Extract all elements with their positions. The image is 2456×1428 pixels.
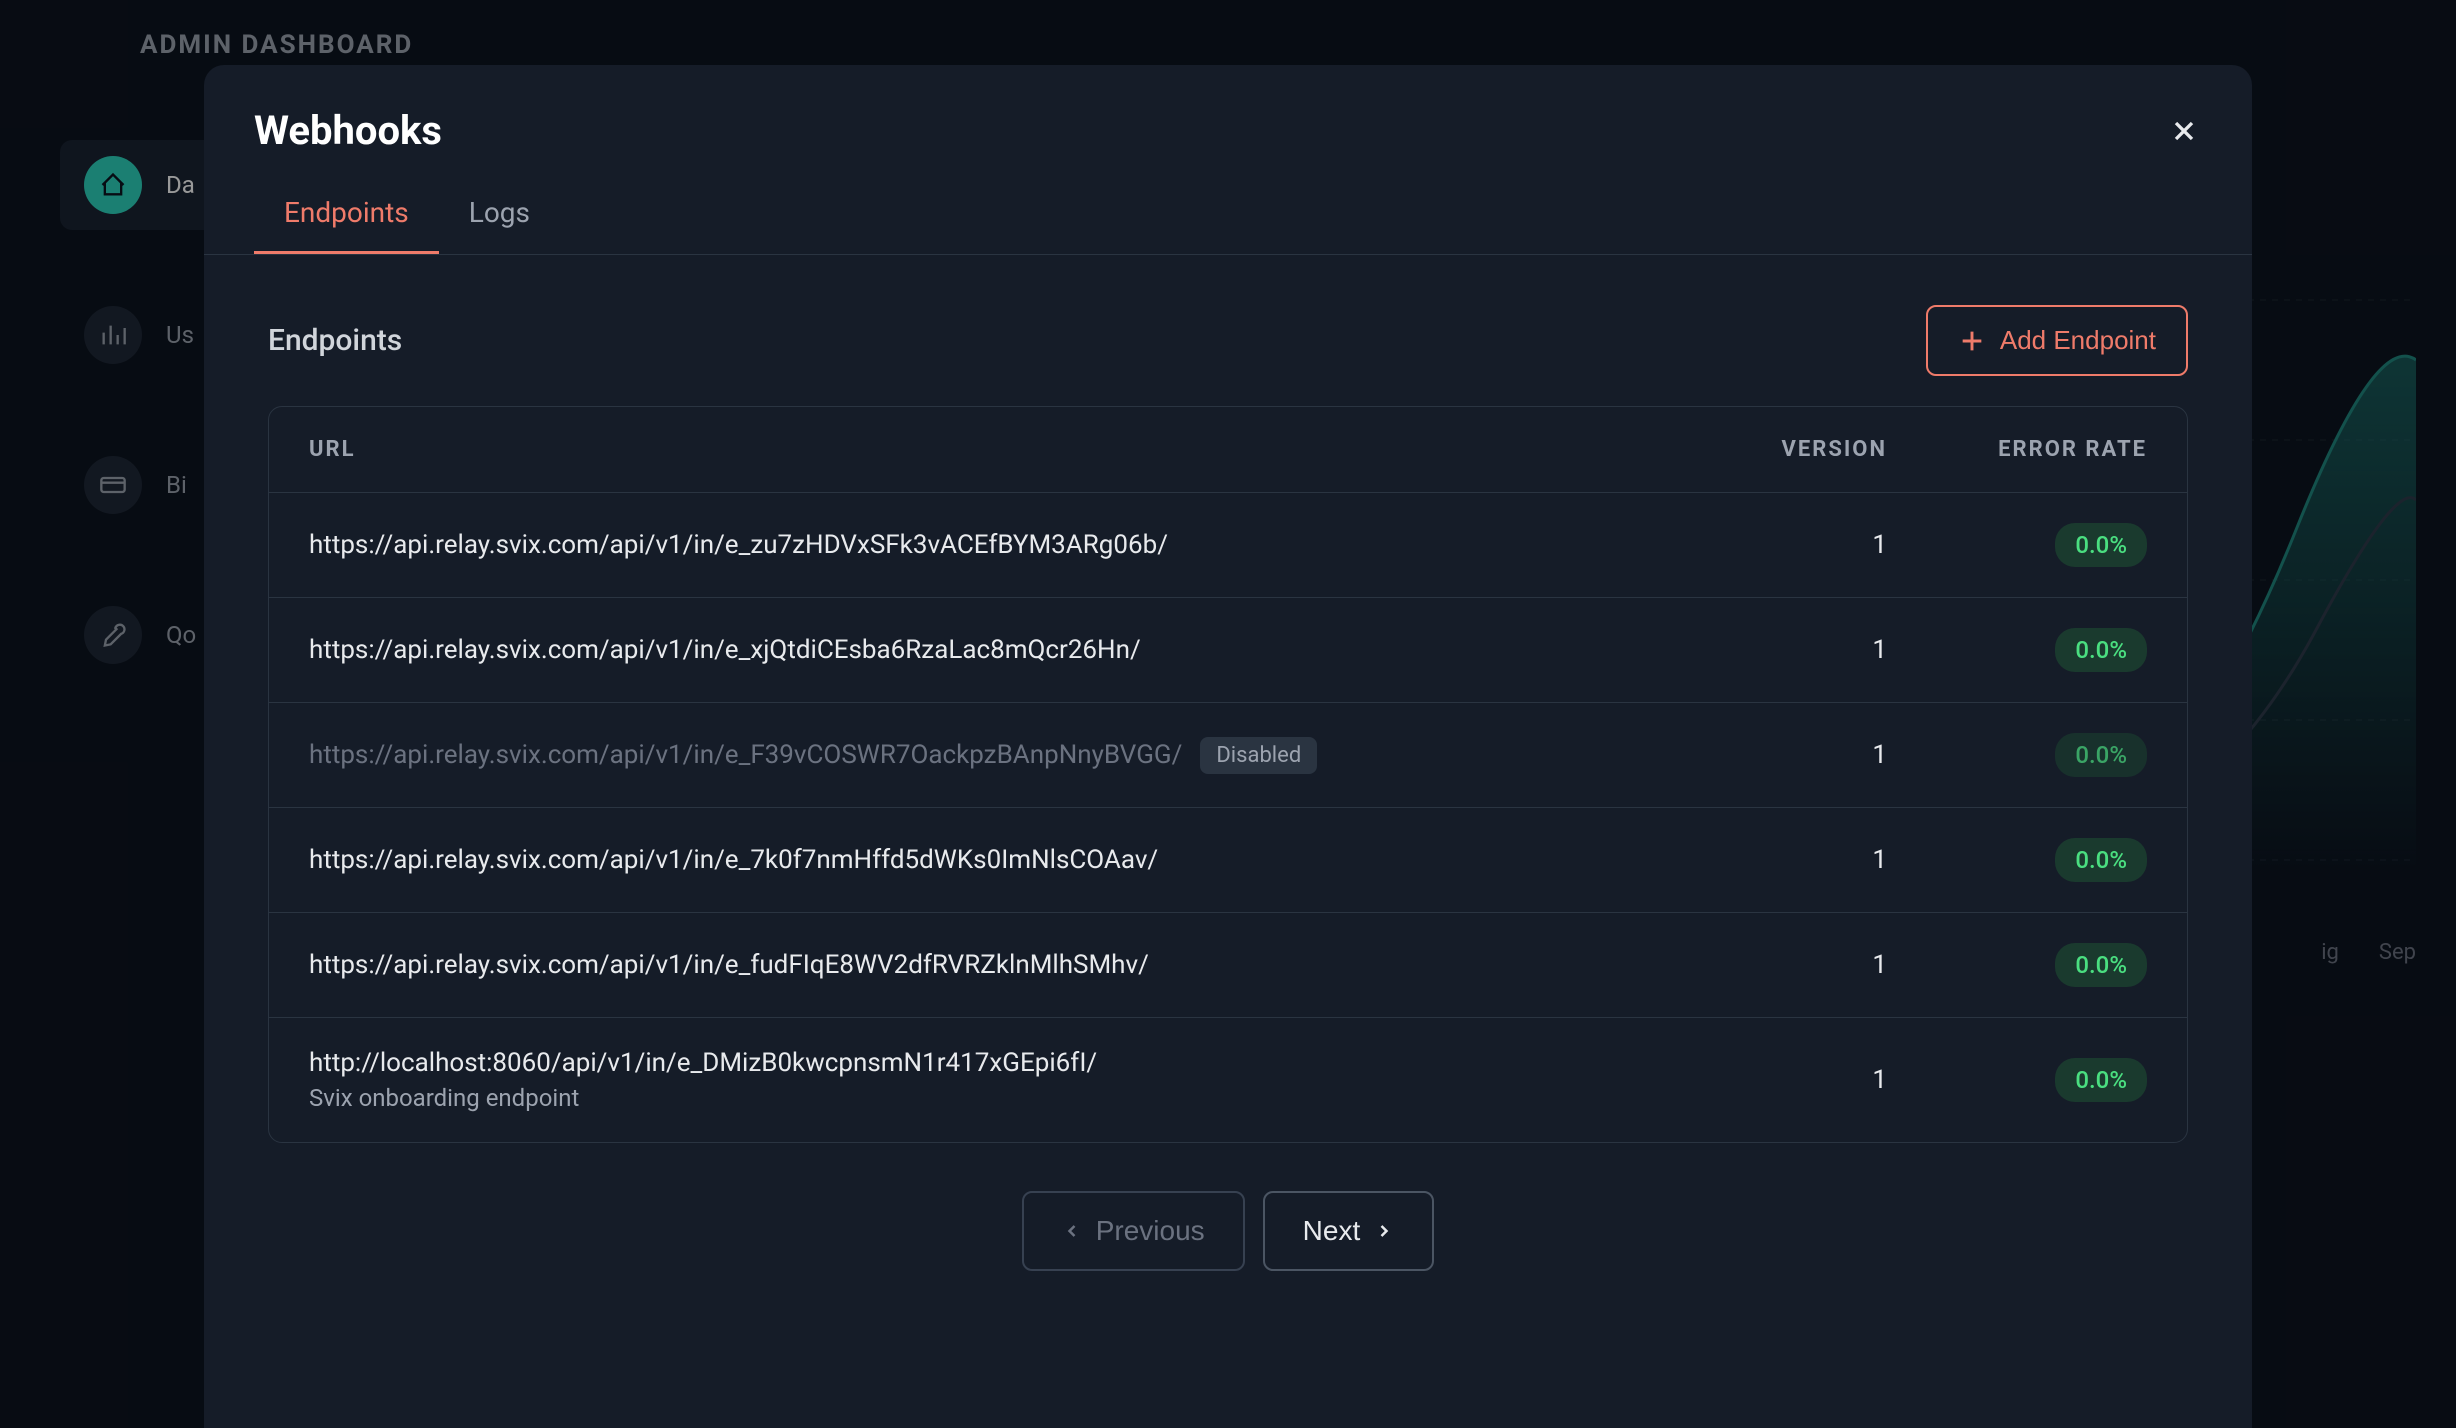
column-url: URL [309,437,1687,462]
endpoint-url: https://api.relay.svix.com/api/v1/in/e_F… [309,740,1182,770]
endpoint-url: https://api.relay.svix.com/api/v1/in/e_7… [309,845,1158,875]
next-label: Next [1303,1215,1361,1247]
close-icon [2168,115,2200,147]
error-rate-badge: 0.0% [2055,943,2147,987]
table-row[interactable]: https://api.relay.svix.com/api/v1/in/e_z… [269,493,2187,598]
error-rate-badge: 0.0% [2055,838,2147,882]
next-button[interactable]: Next [1263,1191,1435,1271]
column-version: VERSION [1687,437,1887,462]
previous-button[interactable]: Previous [1022,1191,1245,1271]
endpoint-version: 1 [1687,950,1887,980]
endpoint-url: https://api.relay.svix.com/api/v1/in/e_f… [309,950,1149,980]
table-header: URL VERSION ERROR RATE [269,407,2187,493]
tab-logs[interactable]: Logs [439,174,560,254]
endpoints-table: URL VERSION ERROR RATE https://api.relay… [268,406,2188,1143]
endpoint-version: 1 [1687,1065,1887,1095]
tab-endpoints[interactable]: Endpoints [254,174,439,254]
chevron-right-icon [1374,1221,1394,1241]
table-row[interactable]: http://localhost:8060/api/v1/in/e_DMizB0… [269,1018,2187,1142]
pagination: Previous Next [204,1143,2252,1319]
error-rate-badge: 0.0% [2055,733,2147,777]
column-error-rate: ERROR RATE [1887,437,2147,462]
tabs: Endpoints Logs [204,174,2252,255]
endpoint-version: 1 [1687,530,1887,560]
table-row[interactable]: https://api.relay.svix.com/api/v1/in/e_x… [269,598,2187,703]
endpoint-url: https://api.relay.svix.com/api/v1/in/e_z… [309,530,1168,560]
endpoint-version: 1 [1687,635,1887,665]
error-rate-badge: 0.0% [2055,1058,2147,1102]
disabled-badge: Disabled [1200,737,1317,774]
add-endpoint-label: Add Endpoint [2000,325,2156,356]
table-row[interactable]: https://api.relay.svix.com/api/v1/in/e_F… [269,703,2187,808]
endpoint-url: https://api.relay.svix.com/api/v1/in/e_x… [309,635,1141,665]
modal-title: Webhooks [254,107,442,154]
table-row[interactable]: https://api.relay.svix.com/api/v1/in/e_7… [269,808,2187,913]
endpoint-version: 1 [1687,845,1887,875]
previous-label: Previous [1096,1215,1205,1247]
section-title: Endpoints [268,323,402,358]
error-rate-badge: 0.0% [2055,628,2147,672]
table-row[interactable]: https://api.relay.svix.com/api/v1/in/e_f… [269,913,2187,1018]
endpoint-version: 1 [1687,740,1887,770]
error-rate-badge: 0.0% [2055,523,2147,567]
webhooks-modal: Webhooks Endpoints Logs Endpoints Add En… [204,65,2252,1428]
plus-icon [1958,327,1986,355]
chevron-left-icon [1062,1221,1082,1241]
endpoint-url: http://localhost:8060/api/v1/in/e_DMizB0… [309,1048,1097,1078]
close-button[interactable] [2166,113,2202,149]
endpoint-description: Svix onboarding endpoint [309,1084,1687,1112]
add-endpoint-button[interactable]: Add Endpoint [1926,305,2188,376]
